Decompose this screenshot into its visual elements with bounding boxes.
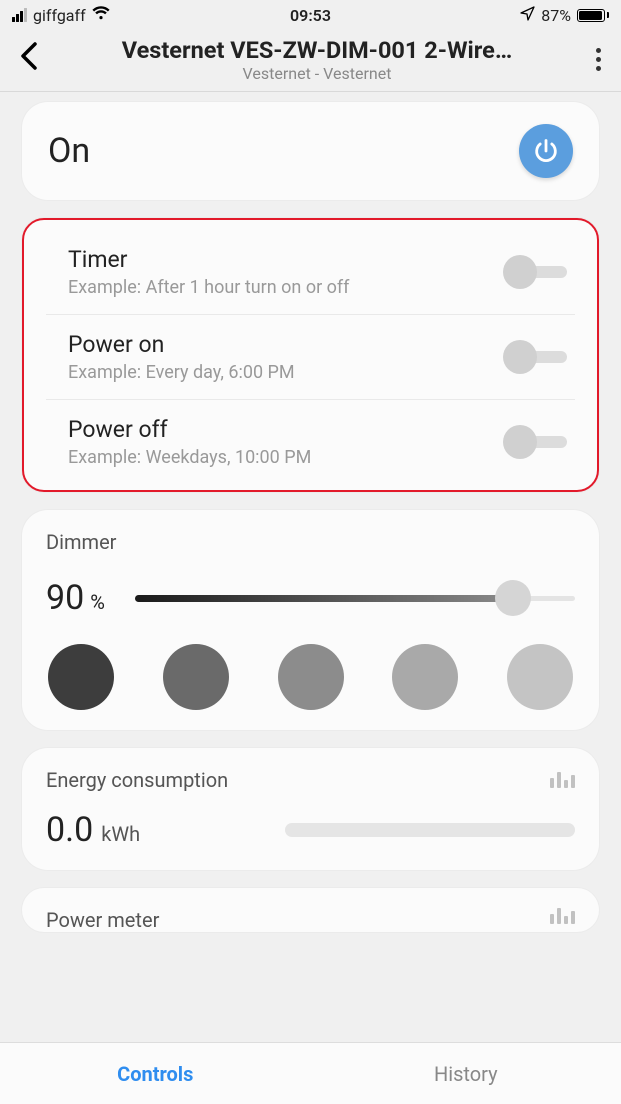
battery-pct: 87% bbox=[541, 6, 571, 25]
status-bar: giffgaff 09:53 87% bbox=[0, 0, 621, 30]
location-icon bbox=[520, 6, 535, 25]
power-on-title: Power on bbox=[68, 331, 493, 358]
power-state-label: On bbox=[48, 131, 90, 171]
power-icon bbox=[532, 137, 560, 165]
power-off-title: Power off bbox=[68, 416, 493, 443]
wifi-icon bbox=[92, 6, 110, 24]
schedule-card: Timer Example: After 1 hour turn on or o… bbox=[22, 218, 599, 492]
carrier-label: giffgaff bbox=[33, 6, 86, 25]
timer-toggle[interactable] bbox=[503, 255, 567, 289]
energy-label: Energy consumption bbox=[46, 768, 228, 792]
dimmer-card: Dimmer 90 % bbox=[22, 510, 599, 730]
dimmer-value: 90 % bbox=[46, 578, 105, 618]
dimmer-preset-1[interactable] bbox=[48, 644, 114, 710]
timer-row[interactable]: Timer Example: After 1 hour turn on or o… bbox=[46, 230, 575, 315]
more-icon bbox=[596, 48, 601, 71]
energy-unit: kWh bbox=[101, 822, 140, 846]
power-meter-card: Power meter bbox=[22, 888, 599, 932]
tab-controls[interactable]: Controls bbox=[0, 1043, 311, 1104]
power-state-card: On bbox=[22, 102, 599, 200]
clock: 09:53 bbox=[290, 6, 331, 25]
page-title: Vesternet VES-ZW-DIM-001 2-Wire… bbox=[64, 36, 570, 64]
dimmer-unit: % bbox=[90, 590, 105, 614]
dimmer-presets bbox=[46, 644, 575, 710]
dimmer-slider-knob[interactable] bbox=[495, 580, 531, 616]
power-button[interactable] bbox=[519, 124, 573, 178]
bottom-tabbar: Controls History bbox=[0, 1042, 621, 1104]
dimmer-preset-5[interactable] bbox=[507, 644, 573, 710]
power-off-toggle[interactable] bbox=[503, 425, 567, 459]
back-button[interactable] bbox=[14, 40, 44, 80]
power-on-toggle[interactable] bbox=[503, 340, 567, 374]
energy-card: Energy consumption 0.0 kWh bbox=[22, 748, 599, 870]
power-off-subtitle: Example: Weekdays, 10:00 PM bbox=[68, 447, 493, 468]
tab-history[interactable]: History bbox=[311, 1043, 621, 1104]
power-meter-label: Power meter bbox=[46, 908, 159, 932]
bar-chart-icon[interactable] bbox=[550, 908, 575, 924]
energy-bar bbox=[285, 823, 575, 837]
power-on-subtitle: Example: Every day, 6:00 PM bbox=[68, 362, 493, 383]
dimmer-value-number: 90 bbox=[46, 578, 84, 618]
header: Vesternet VES-ZW-DIM-001 2-Wire… Vestern… bbox=[0, 30, 621, 92]
dimmer-label: Dimmer bbox=[46, 530, 575, 554]
signal-icon bbox=[12, 8, 27, 22]
page-subtitle: Vesternet - Vesternet bbox=[64, 64, 570, 83]
dimmer-preset-2[interactable] bbox=[163, 644, 229, 710]
battery-icon bbox=[577, 9, 609, 22]
energy-value-number: 0.0 bbox=[46, 810, 93, 850]
dimmer-preset-3[interactable] bbox=[278, 644, 344, 710]
bar-chart-icon[interactable] bbox=[550, 772, 575, 788]
power-off-row[interactable]: Power off Example: Weekdays, 10:00 PM bbox=[46, 400, 575, 484]
power-on-row[interactable]: Power on Example: Every day, 6:00 PM bbox=[46, 315, 575, 400]
more-button[interactable] bbox=[590, 46, 607, 73]
dimmer-preset-4[interactable] bbox=[392, 644, 458, 710]
timer-title: Timer bbox=[68, 246, 493, 273]
content-scroll[interactable]: On Timer Example: After 1 hour turn on o… bbox=[0, 92, 621, 1044]
energy-value: 0.0 kWh bbox=[46, 810, 140, 850]
timer-subtitle: Example: After 1 hour turn on or off bbox=[68, 277, 493, 298]
dimmer-slider[interactable] bbox=[135, 584, 575, 612]
